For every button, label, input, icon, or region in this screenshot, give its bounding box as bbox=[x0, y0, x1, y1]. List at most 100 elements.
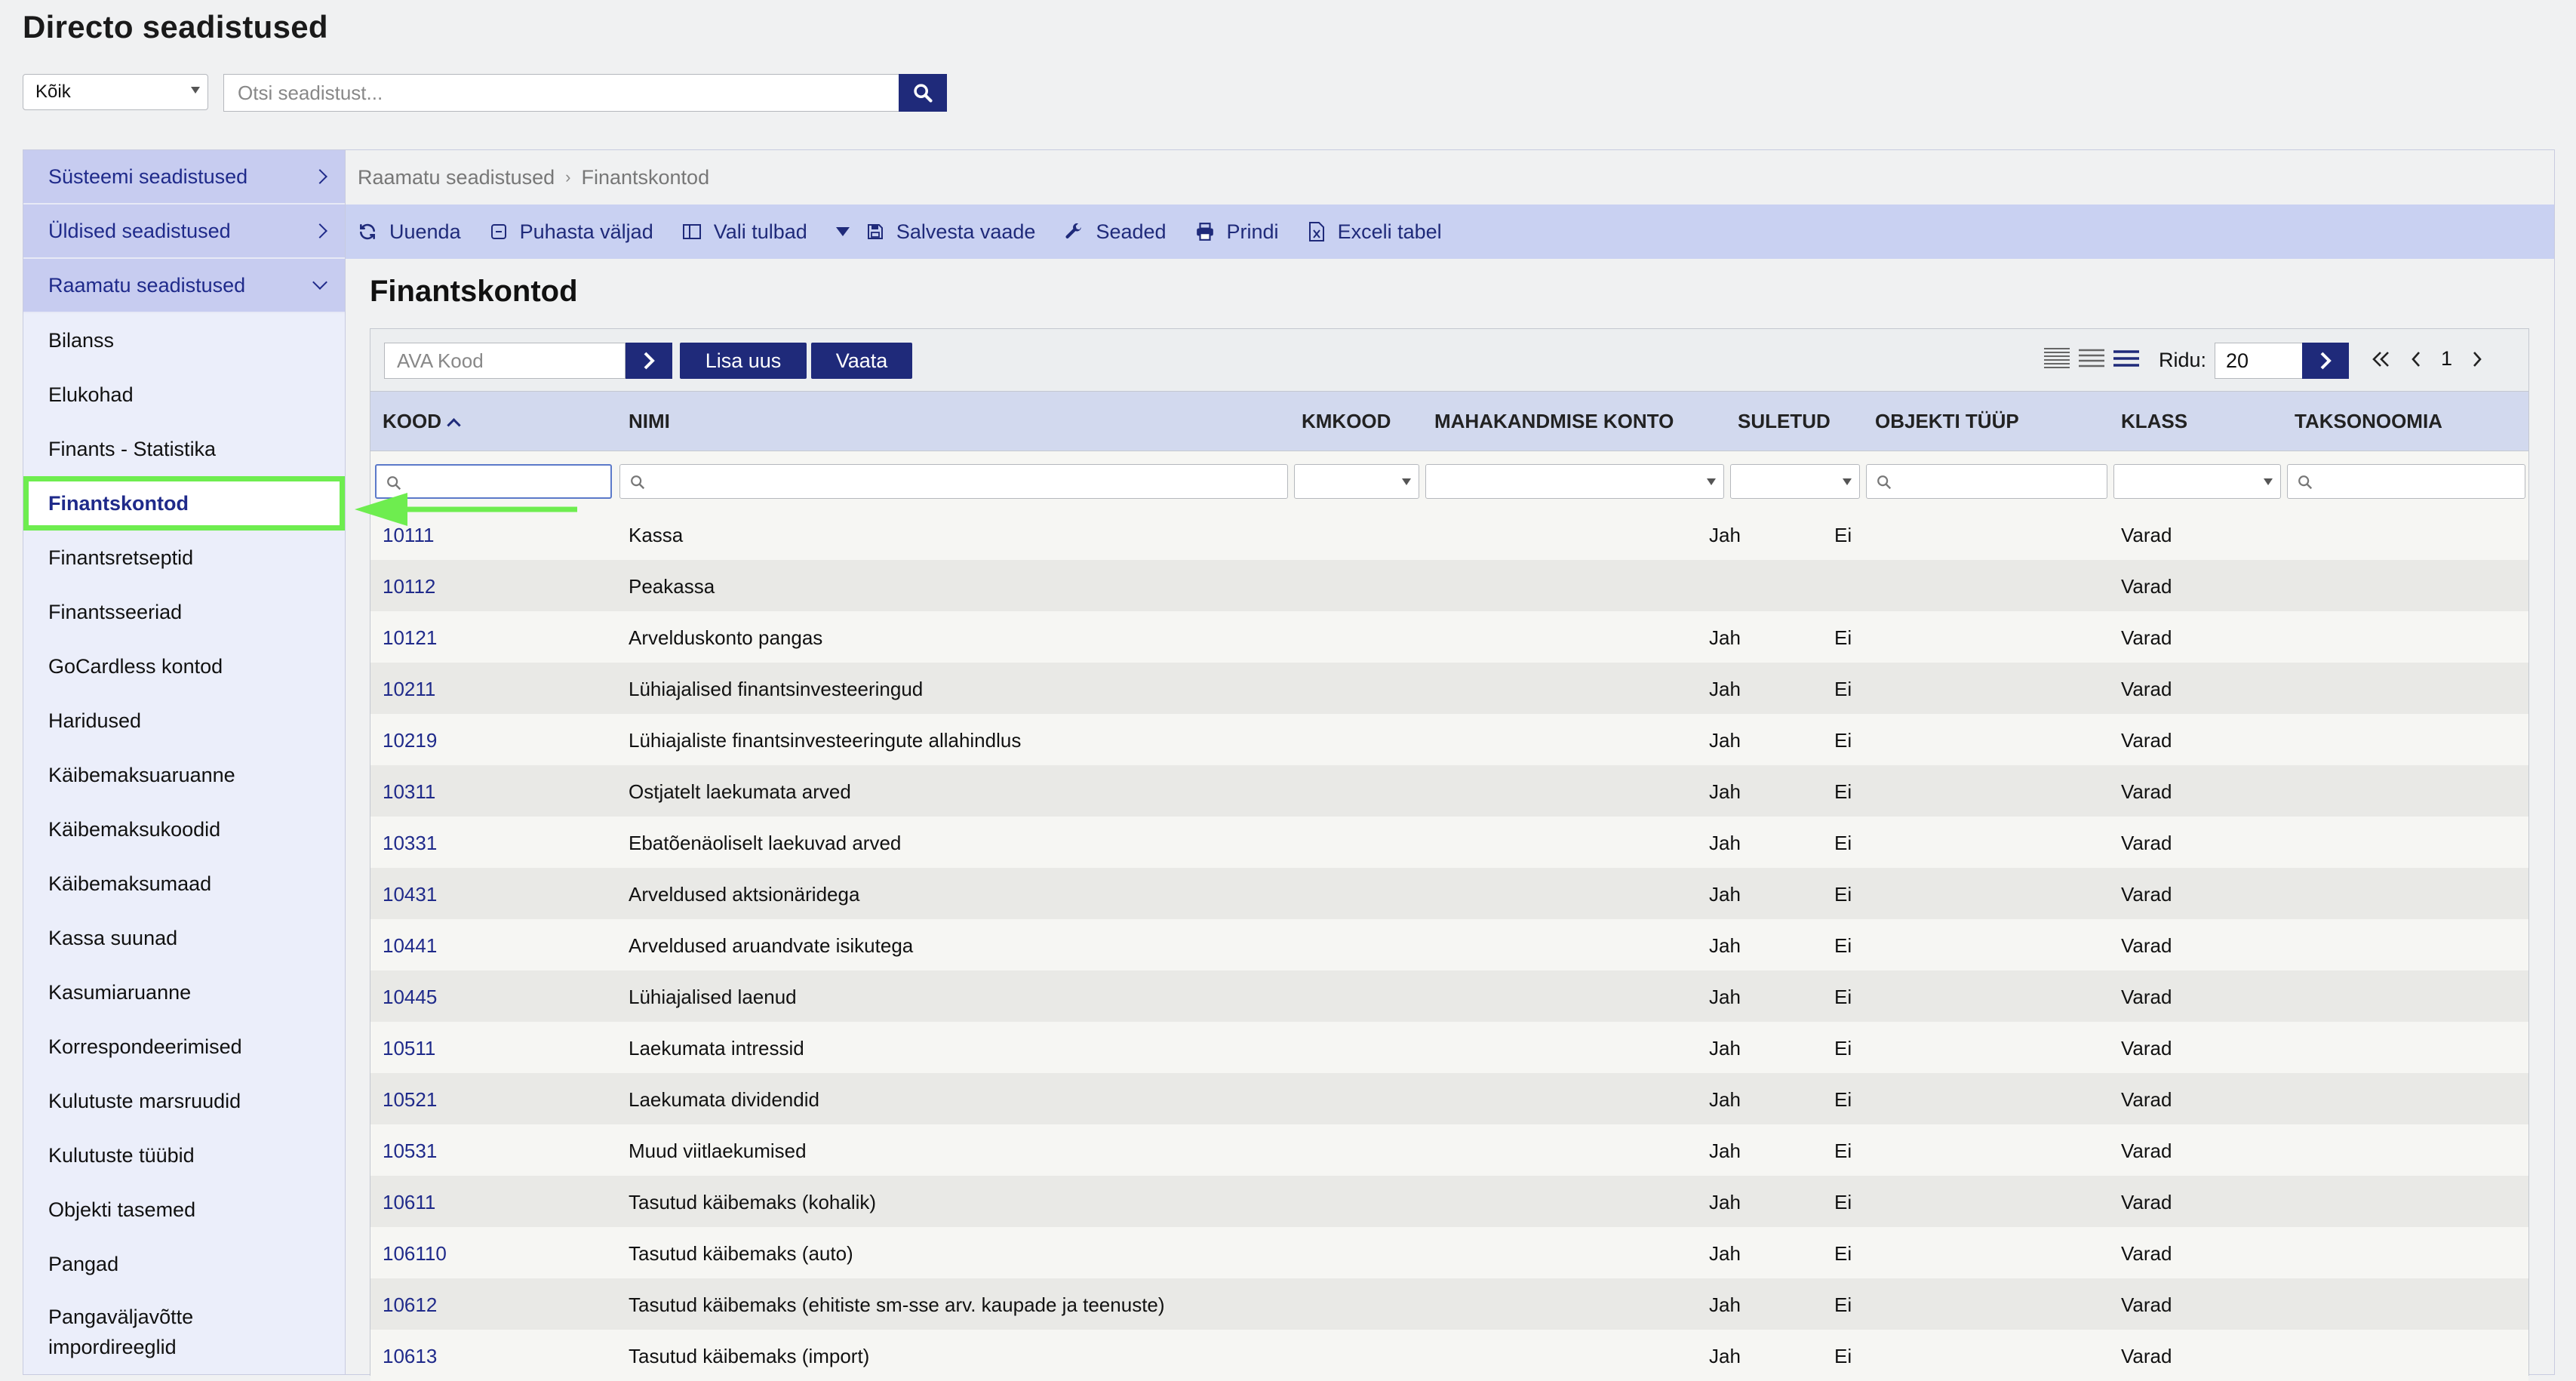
caret-down-icon[interactable] bbox=[835, 227, 850, 236]
column-header-taksonoomia[interactable]: TAKSONOOMIA bbox=[2295, 410, 2442, 433]
save-view-button[interactable]: Salvesta vaade bbox=[866, 220, 1036, 244]
dense-view-icon[interactable] bbox=[2043, 346, 2071, 371]
account-code-link[interactable]: 10445 bbox=[383, 986, 437, 1009]
account-code-link[interactable]: 10219 bbox=[383, 729, 437, 752]
sidebar-item-kaibemaksuaruanne[interactable]: Käibemaksuaruanne bbox=[23, 748, 345, 802]
scope-select[interactable]: Kõik bbox=[23, 74, 208, 110]
filter-suletud-select[interactable] bbox=[1730, 464, 1860, 499]
rows-per-page-input[interactable]: 20 bbox=[2215, 343, 2305, 379]
print-button[interactable]: Prindi bbox=[1195, 220, 1279, 244]
sidebar-item-finants-statistika[interactable]: Finants - Statistika bbox=[23, 422, 345, 476]
sidebar-item-haridused[interactable]: Haridused bbox=[23, 694, 345, 748]
table-row: 10211 Lühiajalised finantsinvesteeringud J… bbox=[370, 663, 2528, 714]
filter-nimi-input[interactable] bbox=[619, 464, 1288, 499]
account-name-cell: Laekumata dividendid bbox=[629, 1088, 819, 1111]
sidebar-item-pangad[interactable]: Pangad bbox=[23, 1237, 345, 1291]
account-name-cell: Lühiajalised finantsinvesteeringud bbox=[629, 678, 924, 700]
writeoff-cell: Jah bbox=[1709, 1088, 1741, 1111]
choose-columns-label: Vali tulbad bbox=[713, 220, 807, 243]
account-code-link[interactable]: 10511 bbox=[383, 1037, 435, 1060]
column-header-klass[interactable]: KLASS bbox=[2121, 410, 2187, 433]
sidebar-item-elukohad[interactable]: Elukohad bbox=[23, 368, 345, 422]
sidebar-item-kaibemaksumaad[interactable]: Käibemaksumaad bbox=[23, 857, 345, 911]
column-header-nimi[interactable]: NIMI bbox=[629, 410, 670, 433]
account-code-link[interactable]: 10613 bbox=[383, 1345, 437, 1368]
sidebar-item-kulutuste-marsruudid[interactable]: Kulutuste marsruudid bbox=[23, 1074, 345, 1128]
clear-fields-button[interactable]: Puhasta väljad bbox=[490, 220, 653, 244]
loose-view-icon[interactable] bbox=[2112, 346, 2141, 371]
toolbar: Uuenda Puhasta väljad Vali tulbad Salves… bbox=[346, 205, 2554, 259]
account-code-link[interactable]: 10611 bbox=[383, 1191, 435, 1214]
sidebar-item-finantsretseptid[interactable]: Finantsretseptid bbox=[23, 531, 345, 585]
writeoff-cell: Jah bbox=[1709, 986, 1741, 1008]
account-code-link[interactable]: 10112 bbox=[383, 575, 435, 598]
column-header-kood[interactable]: KOOD bbox=[383, 410, 461, 433]
filter-kmkood-select[interactable] bbox=[1294, 464, 1419, 499]
column-header-suletud[interactable]: SULETUD bbox=[1738, 410, 1831, 433]
sidebar-item-finantskontod[interactable]: Finantskontod bbox=[23, 476, 345, 531]
sidebar-item-objekti-tasemed[interactable]: Objekti tasemed bbox=[23, 1183, 345, 1237]
account-code-link[interactable]: 10311 bbox=[383, 780, 435, 804]
sidebar-item-pangavaljavotte[interactable]: Pangaväljavõtte impordireeglid bbox=[23, 1291, 250, 1367]
next-page-icon[interactable] bbox=[2472, 350, 2482, 368]
chevron-down-icon bbox=[191, 87, 200, 94]
sidebar-item-korrespondeerimised[interactable]: Korrespondeerimised bbox=[23, 1020, 345, 1074]
filter-mahakandmise-select[interactable] bbox=[1425, 464, 1724, 499]
sidebar-item-kasumiaruanne[interactable]: Kasumiaruanne bbox=[23, 965, 345, 1020]
refresh-button[interactable]: Uuenda bbox=[358, 220, 461, 244]
settings-search-input[interactable]: Otsi seadistust... bbox=[223, 74, 899, 112]
account-code-link[interactable]: 106110 bbox=[383, 1242, 447, 1266]
sidebar-section-uldised[interactable]: Üldised seadistused bbox=[23, 205, 345, 259]
add-new-button[interactable]: Lisa uus bbox=[680, 343, 807, 379]
account-name-cell: Arveldused aktsionäridega bbox=[629, 883, 860, 906]
column-header-objekti[interactable]: OBJEKTI TÜÜP bbox=[1875, 410, 2019, 433]
sidebar-section-susteemi[interactable]: Süsteemi seadistused bbox=[23, 150, 345, 205]
medium-view-icon[interactable] bbox=[2077, 346, 2106, 371]
settings-button[interactable]: Seaded bbox=[1064, 220, 1167, 244]
breadcrumb-parent[interactable]: Raamatu seadistused bbox=[358, 166, 555, 189]
filter-taksonoomia-input[interactable] bbox=[2287, 464, 2525, 499]
prev-page-icon[interactable] bbox=[2411, 350, 2421, 368]
view-button[interactable]: Vaata bbox=[811, 343, 912, 379]
column-header-mahakandmise[interactable]: MAHAKANDMISE KONTO bbox=[1434, 410, 1674, 433]
settings-label: Seaded bbox=[1096, 220, 1167, 243]
rows-apply-button[interactable] bbox=[2302, 343, 2349, 379]
sidebar-item-bilanss[interactable]: Bilanss bbox=[23, 313, 345, 368]
pagination: 1 bbox=[2372, 347, 2482, 371]
ava-go-button[interactable] bbox=[626, 343, 672, 379]
sidebar-item-finantsseeriad[interactable]: Finantsseeriad bbox=[23, 585, 345, 639]
closed-cell: Ei bbox=[1834, 1242, 1852, 1265]
writeoff-cell: Jah bbox=[1709, 729, 1741, 752]
account-code-link[interactable]: 10211 bbox=[383, 678, 435, 701]
sidebar-item-gocardless[interactable]: GoCardless kontod bbox=[23, 639, 345, 694]
filter-objekti-input[interactable] bbox=[1866, 464, 2107, 499]
class-cell: Varad bbox=[2121, 883, 2172, 906]
excel-export-button[interactable]: Exceli tabel bbox=[1308, 220, 1442, 244]
choose-columns-button[interactable]: Vali tulbad bbox=[682, 220, 807, 244]
account-code-link[interactable]: 10441 bbox=[383, 934, 437, 958]
sidebar-item-kaibemaksukoodid[interactable]: Käibemaksukoodid bbox=[23, 802, 345, 857]
table-row: 10431 Arveldused aktsionäridega Jah Ei Varad bbox=[370, 868, 2528, 919]
account-code-link[interactable]: 10431 bbox=[383, 883, 437, 906]
ava-code-input[interactable]: AVA Kood bbox=[384, 343, 626, 379]
table-row: 10111 Kassa Jah Ei Varad bbox=[370, 509, 2528, 560]
table-row: 10311 Ostjatelt laekumata arved Jah Ei Varad bbox=[370, 765, 2528, 817]
account-name-cell: Lühiajaliste finantsinvesteeringute alla… bbox=[629, 729, 1022, 752]
wrench-icon bbox=[1065, 223, 1082, 238]
writeoff-cell: Jah bbox=[1709, 934, 1741, 957]
account-code-link[interactable]: 10612 bbox=[383, 1293, 437, 1317]
account-code-link[interactable]: 10531 bbox=[383, 1140, 437, 1163]
sidebar-section-raamatu[interactable]: Raamatu seadistused bbox=[23, 259, 345, 313]
save-view-label: Salvesta vaade bbox=[896, 220, 1036, 243]
first-page-icon[interactable] bbox=[2372, 350, 2391, 368]
search-button[interactable] bbox=[899, 74, 947, 112]
column-header-kmkood[interactable]: KMKOOD bbox=[1302, 410, 1391, 433]
account-code-link[interactable]: 10331 bbox=[383, 832, 437, 855]
sidebar-item-kulutuste-tuubid[interactable]: Kulutuste tüübid bbox=[23, 1128, 345, 1183]
account-code-link[interactable]: 10521 bbox=[383, 1088, 437, 1112]
current-page: 1 bbox=[2441, 347, 2453, 370]
sidebar-item-kassa-suunad[interactable]: Kassa suunad bbox=[23, 911, 345, 965]
account-code-link[interactable]: 10121 bbox=[383, 626, 437, 650]
writeoff-cell: Jah bbox=[1709, 1242, 1741, 1265]
filter-klass-select[interactable] bbox=[2113, 464, 2281, 499]
